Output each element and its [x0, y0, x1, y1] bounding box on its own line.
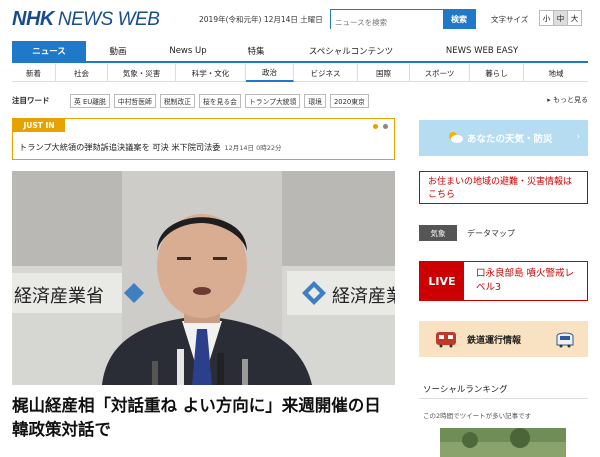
main-story-photo[interactable]: 経済産業省 経済産業 — [12, 171, 395, 385]
main-nav: ニュース 動画 News Up 特集 スペシャルコンテンツ NEWS WEB E… — [12, 41, 588, 63]
data-map-link[interactable]: データマップ — [467, 228, 515, 239]
category-nav-item-region[interactable]: 地域 — [524, 64, 588, 82]
category-nav-item-politics[interactable]: 政治 — [246, 64, 294, 82]
keyword-tag[interactable]: 中村哲医師 — [113, 94, 156, 108]
weather-banner-label: あなたの天気・防災 — [467, 134, 553, 145]
logo-nhk: NHK — [12, 8, 54, 30]
just-in-time: 12月14日 0時22分 — [224, 144, 282, 152]
logo-news-web: NEWS WEB — [57, 9, 160, 30]
main-nav-item-easy[interactable]: NEWS WEB EASY — [416, 41, 548, 61]
keyword-tag[interactable]: 英 EU離脱 — [70, 94, 110, 108]
site-header: NHKNEWS WEB 2019年(令和元年) 12月14日 土曜日 検索 文字… — [0, 0, 600, 40]
search-box: 検索 — [330, 9, 476, 32]
just-in-label: JUST IN — [13, 119, 65, 132]
main-nav-item-video[interactable]: 動画 — [86, 41, 150, 61]
just-in-headline[interactable]: トランプ大統領の弾劾訴追決議案を 可決 米下院司法委 12月14日 0時22分 — [19, 141, 281, 153]
carousel-dot[interactable] — [383, 124, 388, 129]
main-nav-item-news-up[interactable]: News Up — [150, 41, 226, 61]
chevron-right-icon: › — [576, 132, 580, 142]
sun-cloud-icon — [449, 132, 463, 143]
search-button[interactable]: 検索 — [443, 10, 475, 28]
site-logo[interactable]: NHK NEWS WEB — [12, 8, 160, 31]
category-nav-item-science[interactable]: 科学・文化 — [176, 64, 246, 82]
live-banner-text: 口永良部島 噴火警戒レベル3 — [476, 268, 575, 293]
evacuation-info-banner[interactable]: お住まいの地域の避難・災害情報はこちら — [419, 171, 588, 204]
train-icon — [436, 332, 456, 348]
keyword-tag[interactable]: 環境 — [304, 94, 326, 108]
font-size-label: 文字サイズ — [491, 15, 529, 24]
current-date: 2019年(令和元年) 12月14日 土曜日 — [199, 15, 323, 24]
category-nav-item-international[interactable]: 国際 — [358, 64, 410, 82]
more-keywords-link[interactable]: ▸ もっと見る — [547, 95, 588, 105]
main-nav-item-news[interactable]: ニュース — [12, 41, 86, 61]
social-ranking-header: ソーシャルランキング — [419, 383, 588, 399]
more-keywords-label: もっと見る — [553, 96, 588, 104]
category-nav-item-society[interactable]: 社会 — [56, 64, 108, 82]
keyword-tag[interactable]: 桜を見る会 — [199, 94, 241, 108]
category-nav-item-latest[interactable]: 新着 — [12, 64, 56, 82]
weather-data-row: 気象 データマップ — [419, 225, 588, 241]
category-nav-item-life[interactable]: 暮らし — [470, 64, 524, 82]
live-tag: LIVE — [420, 262, 464, 300]
keyword-tag[interactable]: 税制改正 — [159, 94, 195, 108]
main-nav-item-feature[interactable]: 特集 — [226, 41, 286, 61]
keyword-tag[interactable]: トランプ大統領 — [244, 94, 301, 108]
category-nav-item-weather[interactable]: 気象・災害 — [108, 64, 176, 82]
main-nav-item-special[interactable]: スペシャルコンテンツ — [286, 41, 416, 61]
carousel-dots — [368, 124, 388, 129]
chevron-right-icon: ▸ — [547, 96, 551, 104]
social-ranking-thumbnail[interactable] — [440, 428, 566, 457]
category-nav: 新着 社会 気象・災害 科学・文化 政治 ビジネス 国際 スポーツ 暮らし 地域 — [12, 64, 588, 82]
category-nav-item-business[interactable]: ビジネス — [294, 64, 358, 82]
just-in-headline-text: トランプ大統領の弾劾訴追決議案を 可決 米下院司法委 — [19, 142, 221, 152]
just-in-box: JUST IN トランプ大統領の弾劾訴追決議案を 可決 米下院司法委 12月14日… — [12, 118, 395, 160]
keyword-list: 英 EU離脱 中村哲医師 税制改正 桜を見る会 トランプ大統領 環境 2020東… — [70, 94, 373, 108]
carousel-dot-active[interactable] — [373, 124, 378, 129]
weather-banner[interactable]: あなたの天気・防災 › — [419, 120, 588, 156]
keyword-tag[interactable]: 2020東京 — [329, 94, 369, 108]
font-size-medium-button[interactable]: 中 — [553, 10, 568, 26]
sign-text-right: 経済産業 — [332, 286, 395, 307]
press-conference-image: 経済産業省 経済産業 — [12, 171, 395, 385]
social-ranking-title: ソーシャルランキング — [423, 385, 508, 395]
ranking-thumbnail-image — [440, 428, 566, 457]
train-icon — [556, 332, 574, 348]
live-banner[interactable]: LIVE 口永良部島 噴火警戒レベル3 — [419, 261, 588, 301]
train-info-label: 鉄道運行情報 — [467, 336, 522, 346]
search-input[interactable] — [331, 13, 443, 32]
sign-text-left: 経済産業省 — [14, 286, 104, 307]
trending-keywords-title: 注目ワード — [12, 96, 50, 105]
social-ranking-description: この2時間でツイートが多い記事です — [423, 412, 532, 420]
font-size-small-button[interactable]: 小 — [539, 10, 554, 26]
category-nav-item-sports[interactable]: スポーツ — [410, 64, 470, 82]
trending-keywords: 注目ワード 英 EU離脱 中村哲医師 税制改正 桜を見る会 トランプ大統領 環境… — [12, 94, 588, 108]
font-size-large-button[interactable]: 大 — [567, 10, 582, 26]
train-info-banner[interactable]: 鉄道運行情報 — [419, 321, 588, 357]
weather-tag: 気象 — [419, 225, 457, 241]
font-size-selector: 小 中 大 — [539, 10, 582, 26]
evacuation-info-label: お住まいの地域の避難・災害情報はこちら — [428, 177, 573, 200]
main-story-headline[interactable]: 梶山経産相「対話重ね よい方向に」来週開催の日韓政策対話で — [12, 394, 395, 442]
